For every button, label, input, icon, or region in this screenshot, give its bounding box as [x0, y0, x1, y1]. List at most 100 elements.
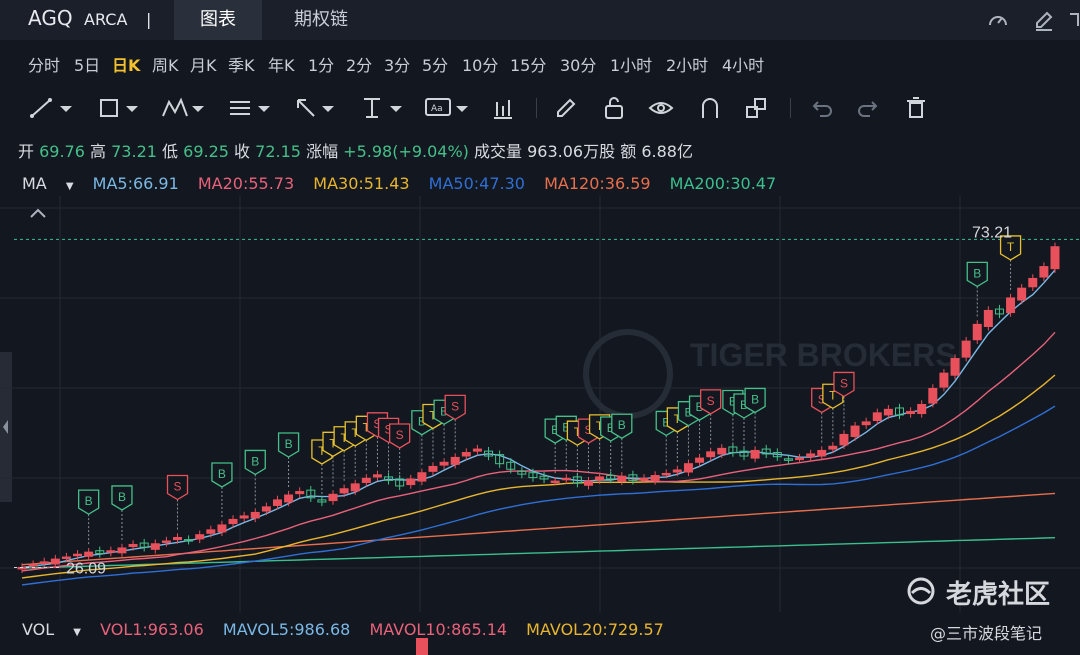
candle-body: [295, 491, 305, 495]
candle-body: [650, 475, 660, 481]
signal-marker-label: B: [618, 418, 626, 432]
gauge-icon[interactable]: [986, 8, 1010, 32]
candlestick-chart[interactable]: TIGER BROKERSB BSBBB TT T T T S S SB T B SB B T S T B B B T…: [0, 196, 1080, 612]
symbol-label[interactable]: AGQ: [28, 6, 73, 30]
signal-marker-label: T: [1007, 240, 1015, 254]
low-label: 低: [162, 142, 179, 161]
edit-icon[interactable]: [1032, 8, 1056, 32]
candle-body: [928, 387, 938, 404]
candle-body: [950, 358, 960, 376]
period-15[interactable]: 2小时: [666, 52, 708, 76]
candle-body: [983, 309, 993, 327]
magnet-icon[interactable]: [698, 94, 722, 122]
candle-body: [1017, 287, 1027, 301]
signal-marker-label: B: [118, 490, 126, 504]
signal-marker-label: S: [840, 376, 848, 390]
tiger-brokers-watermark: TIGER BROKERS: [690, 337, 957, 373]
delete-icon[interactable]: [904, 94, 928, 122]
candle-body: [717, 447, 727, 455]
period-4[interactable]: 月K: [190, 52, 217, 76]
text-anchor-tool-icon[interactable]: [358, 94, 406, 122]
candle-body: [73, 553, 83, 557]
candle-body: [328, 493, 338, 502]
open-value: 69.76: [39, 142, 85, 161]
candle-body: [1050, 246, 1060, 270]
signal-marker-label: S: [173, 480, 181, 494]
arrow-tool-icon[interactable]: [292, 94, 340, 122]
tiger-watermark-logo: [583, 329, 673, 419]
period-13[interactable]: 30分: [560, 52, 596, 76]
undo-icon[interactable]: [810, 94, 834, 122]
ma-selector[interactable]: MA ▼: [22, 174, 74, 193]
period-12[interactable]: 15分: [510, 52, 546, 76]
mavol5-value: MAVOL5:986.68: [222, 620, 351, 639]
period-1[interactable]: 5日: [74, 52, 100, 76]
rectangle-tool-icon[interactable]: [96, 94, 144, 122]
candle-body: [639, 477, 649, 481]
period-6[interactable]: 年K: [268, 52, 295, 76]
tab-option-chain[interactable]: 期权链: [286, 0, 356, 40]
period-14[interactable]: 1小时: [610, 52, 652, 76]
redo-icon[interactable]: [856, 94, 880, 122]
period-selector: 分时 5日 日K 周K 月K 季K 年K 1分 2分 3分 5分 10分 15分 30分 1小时 2小时 4小时: [0, 40, 1080, 84]
toolbar-divider: [790, 98, 791, 118]
layers-icon[interactable]: [744, 94, 768, 122]
change-label: 涨幅: [306, 142, 339, 161]
vol-selector[interactable]: VOL ▼: [22, 620, 81, 639]
eye-icon[interactable]: [648, 94, 674, 122]
period-11[interactable]: 10分: [462, 52, 498, 76]
candle-body: [61, 556, 71, 559]
caret-down-icon: ▼: [73, 627, 81, 638]
ma120-value: MA120:36.59: [544, 174, 651, 193]
low-price-label: 26.09: [66, 561, 106, 578]
period-9[interactable]: 3分: [384, 52, 410, 76]
caret-down-icon: ▼: [65, 181, 74, 192]
amount-value: 6.88亿: [641, 142, 693, 161]
candle-body: [272, 499, 282, 506]
candle-body: [806, 453, 816, 458]
ma5-value: MA5:66.91: [92, 174, 179, 193]
candle-body: [461, 452, 471, 457]
period-0[interactable]: 分时: [28, 52, 60, 76]
candle-body: [239, 515, 249, 519]
period-2[interactable]: 日K: [112, 52, 140, 76]
vol-label: VOL: [22, 620, 55, 639]
candle-body: [750, 449, 760, 459]
period-7[interactable]: 1分: [308, 52, 334, 76]
line-tool-icon[interactable]: [28, 94, 76, 122]
candle-body: [561, 477, 571, 481]
candle-body: [350, 483, 360, 492]
candle-body: [839, 433, 849, 446]
candle-body: [906, 410, 916, 415]
lock-icon[interactable]: [602, 94, 626, 122]
period-10[interactable]: 5分: [422, 52, 448, 76]
period-3[interactable]: 周K: [152, 52, 179, 76]
fib-tool-icon[interactable]: [226, 94, 274, 122]
amount-label: 额: [620, 142, 637, 161]
candle-body: [372, 474, 382, 478]
candle-body: [228, 518, 238, 525]
ma20-value: MA20:55.73: [197, 174, 295, 193]
period-5[interactable]: 季K: [228, 52, 255, 76]
candle-body: [284, 494, 294, 503]
tab-chart[interactable]: 图表: [174, 0, 262, 40]
label-tool-icon[interactable]: Aa: [424, 94, 472, 122]
pen-icon[interactable]: [554, 94, 578, 122]
candle-body: [817, 449, 827, 457]
change-value: +5.98(+9.04%): [343, 142, 469, 161]
signal-marker-label: B: [751, 392, 759, 406]
candle-body: [84, 551, 94, 557]
candle-body: [173, 537, 183, 541]
bar-stats-icon[interactable]: [490, 94, 516, 122]
volume-label: 成交量: [474, 142, 523, 161]
close-value: 72.15: [255, 142, 301, 161]
toolbar-divider: [536, 98, 537, 118]
candle-body: [217, 524, 227, 533]
exchange-label: ARCA: [84, 10, 128, 29]
period-8[interactable]: 2分: [346, 52, 372, 76]
candle-body: [861, 421, 871, 426]
period-16[interactable]: 4小时: [722, 52, 764, 76]
candle-body: [706, 451, 716, 458]
fullscreen-icon[interactable]: [1068, 8, 1080, 32]
pattern-tool-icon[interactable]: [160, 94, 208, 122]
